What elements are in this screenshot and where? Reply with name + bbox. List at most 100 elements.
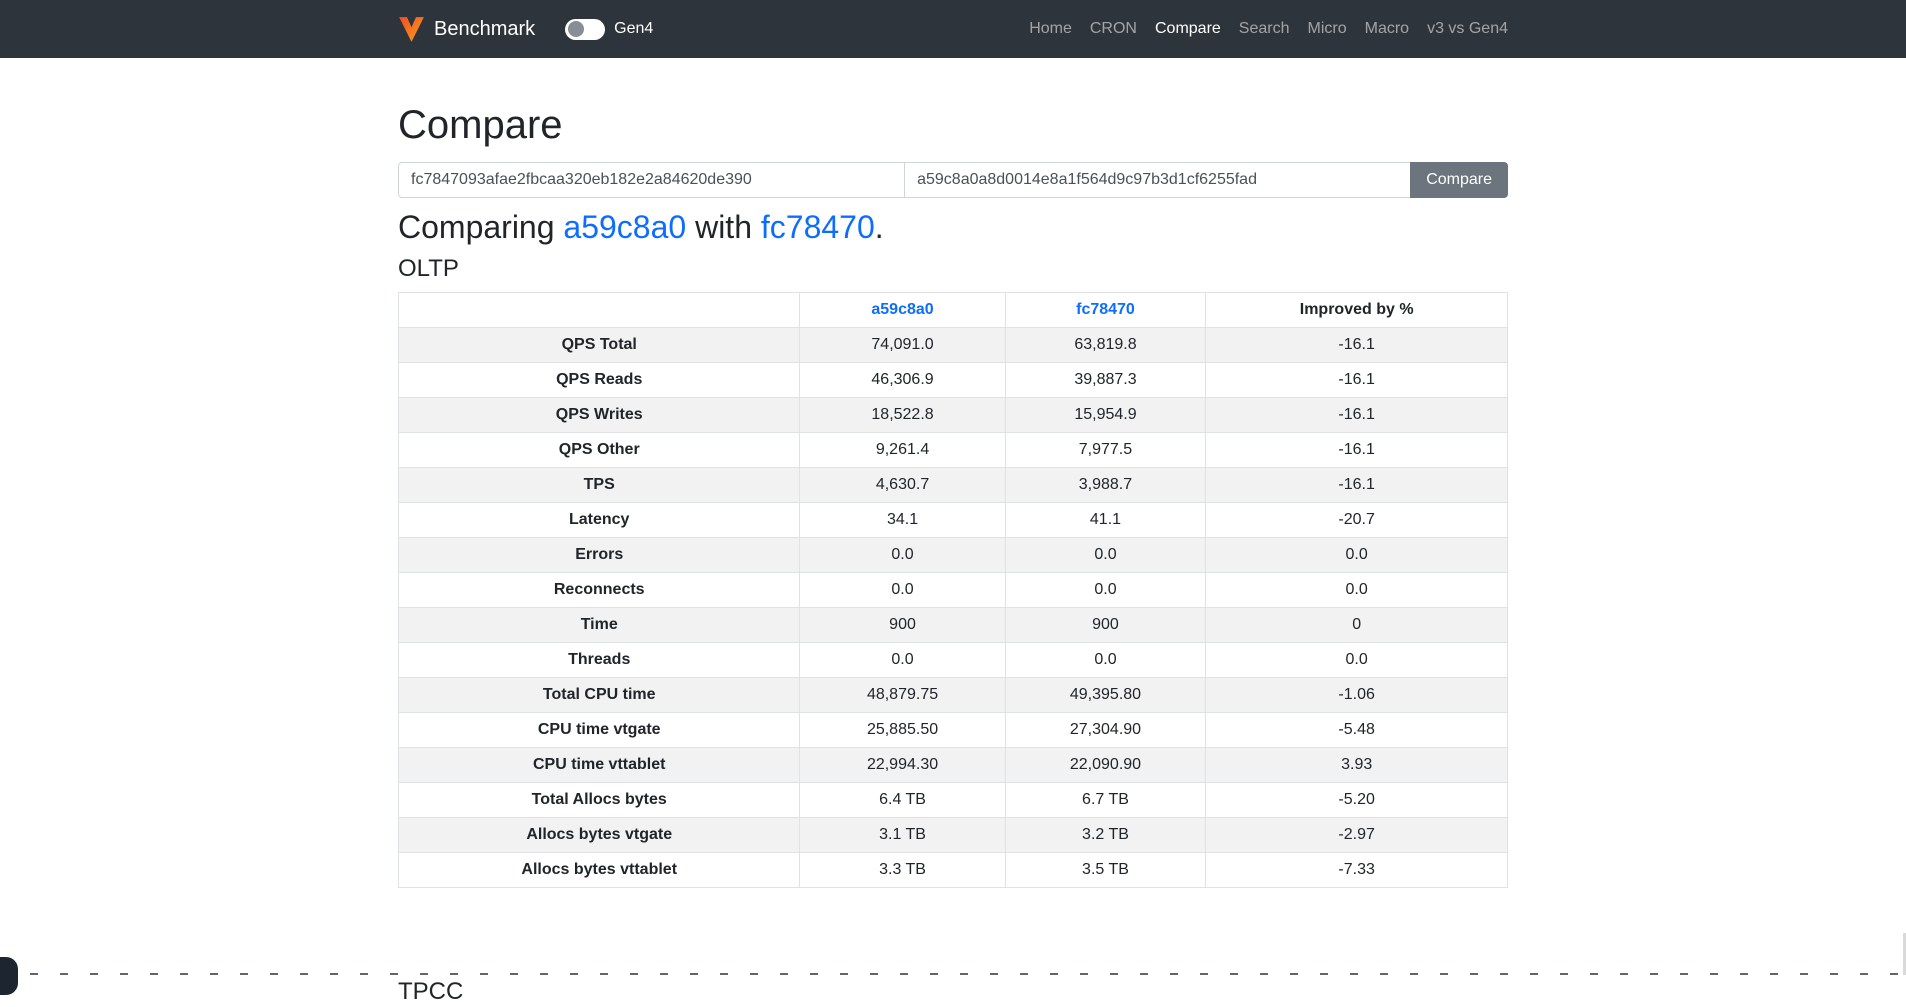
metric-value: -16.1 [1206, 398, 1508, 433]
corner-toast [0, 957, 18, 995]
metric-value: 74,091.0 [800, 328, 1005, 363]
improved-column-header: Improved by % [1206, 293, 1508, 328]
left-sha-input[interactable] [398, 162, 905, 198]
table-row: Time9009000 [399, 608, 1508, 643]
table-row: Reconnects0.00.00.0 [399, 573, 1508, 608]
brand[interactable]: Benchmark [398, 16, 535, 43]
table-row: CPU time vttablet22,994.3022,090.903.93 [399, 748, 1508, 783]
left-sha-link[interactable]: a59c8a0 [563, 209, 686, 245]
metric-value: 15,954.9 [1005, 398, 1206, 433]
metric-value: 34.1 [800, 503, 1005, 538]
gen4-toggle[interactable] [565, 19, 605, 40]
vitess-logo-icon [398, 16, 425, 43]
metric-value: 0.0 [1005, 573, 1206, 608]
metric-label: Time [399, 608, 800, 643]
table-row: Total Allocs bytes6.4 TB6.7 TB-5.20 [399, 783, 1508, 818]
metric-value: 41.1 [1005, 503, 1206, 538]
nav-link-home[interactable]: Home [1020, 20, 1081, 38]
nav-link-v3-vs-gen4[interactable]: v3 vs Gen4 [1418, 20, 1508, 38]
page-title: Compare [398, 101, 1508, 149]
metric-label: Total Allocs bytes [399, 783, 800, 818]
table-row: Threads0.00.00.0 [399, 643, 1508, 678]
table-row: Allocs bytes vttablet3.3 TB3.5 TB-7.33 [399, 853, 1508, 888]
oltp-section-title: OLTP [398, 255, 1508, 284]
table-row: Latency34.141.1-20.7 [399, 503, 1508, 538]
sha-column-header[interactable]: a59c8a0 [800, 293, 1005, 328]
metric-value: 0.0 [800, 643, 1005, 678]
nav-link-cron[interactable]: CRON [1081, 20, 1146, 38]
compare-button[interactable]: Compare [1410, 162, 1508, 198]
metric-value: -1.06 [1206, 678, 1508, 713]
metric-value: 3.3 TB [800, 853, 1005, 888]
metric-value: 39,887.3 [1005, 363, 1206, 398]
metric-value: 0.0 [1005, 643, 1206, 678]
comparing-suffix: . [875, 209, 884, 245]
metric-column-header [399, 293, 800, 328]
table-row: TPS4,630.73,988.7-16.1 [399, 468, 1508, 503]
navbar-container: Benchmark Gen4 HomeCRONCompareSearchMicr… [398, 0, 1508, 58]
metric-value: 0 [1206, 608, 1508, 643]
nav-link-search[interactable]: Search [1230, 20, 1299, 38]
metric-label: Latency [399, 503, 800, 538]
metric-value: 0.0 [800, 573, 1005, 608]
metric-value: 0.0 [800, 538, 1005, 573]
metric-value: 0.0 [1206, 643, 1508, 678]
table-row: Allocs bytes vtgate3.1 TB3.2 TB-2.97 [399, 818, 1508, 853]
metric-value: -16.1 [1206, 468, 1508, 503]
metric-value: 6.7 TB [1005, 783, 1206, 818]
metric-value: 0.0 [1206, 538, 1508, 573]
metric-value: 6.4 TB [800, 783, 1005, 818]
oltp-table-body: QPS Total74,091.063,819.8-16.1QPS Reads4… [399, 328, 1508, 888]
metric-value: 900 [1005, 608, 1206, 643]
metric-value: 3.5 TB [1005, 853, 1206, 888]
metric-value: 25,885.50 [800, 713, 1005, 748]
metric-label: Total CPU time [399, 678, 800, 713]
metric-label: TPS [399, 468, 800, 503]
metric-value: -20.7 [1206, 503, 1508, 538]
metric-value: 18,522.8 [800, 398, 1005, 433]
sha-column-header[interactable]: fc78470 [1005, 293, 1206, 328]
metric-label: CPU time vttablet [399, 748, 800, 783]
table-row: QPS Other9,261.47,977.5-16.1 [399, 433, 1508, 468]
brand-title: Benchmark [434, 19, 535, 39]
metric-value: 0.0 [1005, 538, 1206, 573]
metric-value: 22,090.90 [1005, 748, 1206, 783]
oltp-table: a59c8a0fc78470Improved by % QPS Total74,… [398, 292, 1508, 888]
metric-value: 48,879.75 [800, 678, 1005, 713]
nav-link-compare[interactable]: Compare [1146, 20, 1230, 38]
table-row: Errors0.00.00.0 [399, 538, 1508, 573]
table-row: QPS Total74,091.063,819.8-16.1 [399, 328, 1508, 363]
metric-value: 900 [800, 608, 1005, 643]
right-sha-input[interactable] [904, 162, 1411, 198]
metric-value: -16.1 [1206, 328, 1508, 363]
right-sha-link[interactable]: fc78470 [761, 209, 875, 245]
gen4-toggle-label: Gen4 [614, 20, 653, 38]
metric-label: QPS Other [399, 433, 800, 468]
nav-link-macro[interactable]: Macro [1356, 20, 1418, 38]
table-row: QPS Writes18,522.815,954.9-16.1 [399, 398, 1508, 433]
tpcc-section-title: TPCC [398, 978, 1508, 1007]
metric-value: -7.33 [1206, 853, 1508, 888]
metric-value: 22,994.30 [800, 748, 1005, 783]
metric-label: Allocs bytes vttablet [399, 853, 800, 888]
metric-value: 3.93 [1206, 748, 1508, 783]
metric-label: QPS Reads [399, 363, 800, 398]
metric-value: 3,988.7 [1005, 468, 1206, 503]
metric-label: QPS Total [399, 328, 800, 363]
compare-input-group: Compare [398, 162, 1508, 198]
table-row: CPU time vtgate25,885.5027,304.90-5.48 [399, 713, 1508, 748]
metric-value: -16.1 [1206, 363, 1508, 398]
comparing-connector: with [686, 209, 761, 245]
metric-label: Allocs bytes vtgate [399, 818, 800, 853]
navbar-links: HomeCRONCompareSearchMicroMacrov3 vs Gen… [1020, 20, 1508, 38]
metric-label: Threads [399, 643, 800, 678]
metric-value: -2.97 [1206, 818, 1508, 853]
metric-value: 46,306.9 [800, 363, 1005, 398]
nav-link-micro[interactable]: Micro [1299, 20, 1356, 38]
metric-value: 3.1 TB [800, 818, 1005, 853]
table-row: QPS Reads46,306.939,887.3-16.1 [399, 363, 1508, 398]
metric-value: -5.20 [1206, 783, 1508, 818]
metric-value: 63,819.8 [1005, 328, 1206, 363]
metric-value: 4,630.7 [800, 468, 1005, 503]
toggle-knob-icon [568, 21, 584, 37]
